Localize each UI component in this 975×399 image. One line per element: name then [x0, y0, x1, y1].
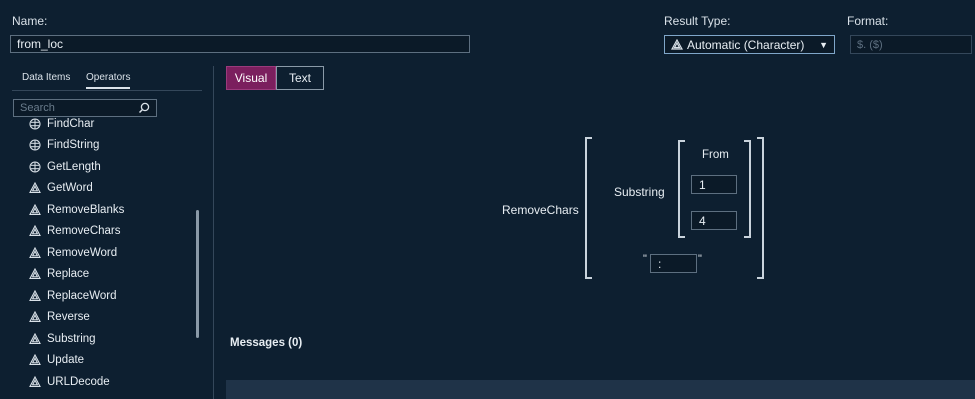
operator-label: RemoveWord	[47, 246, 118, 259]
chevron-down-icon: ▼	[819, 39, 828, 50]
operator-label: Substring	[47, 332, 96, 345]
chars-arg-value: :	[658, 256, 662, 271]
operator-item[interactable]: ReplaceWord	[29, 285, 199, 307]
search-icon[interactable]	[138, 102, 150, 114]
globe-icon	[29, 161, 47, 173]
operator-item[interactable]: Replace	[29, 264, 199, 286]
length-arg-value: 4	[699, 213, 706, 228]
operator-label: Replace	[47, 268, 90, 281]
result-type-select[interactable]: Automatic (Character) ▼	[664, 35, 835, 54]
result-type-label: Result Type:	[664, 14, 731, 28]
character-icon	[29, 268, 47, 280]
quote-open: "	[643, 253, 647, 265]
outer-function-name[interactable]: RemoveChars	[502, 203, 579, 217]
operator-item[interactable]: Update	[29, 350, 199, 372]
operator-item[interactable]: FindString	[29, 135, 199, 157]
character-icon	[29, 375, 47, 388]
format-value: $. ($)	[857, 38, 883, 51]
tab-operators[interactable]: Operators	[86, 72, 131, 89]
character-icon	[29, 332, 47, 345]
operator-label: FindChar	[47, 117, 95, 130]
operator-label: RemoveChars	[47, 225, 121, 238]
operator-item[interactable]: RemoveWord	[29, 242, 199, 264]
sidebar-tabs: Data Items Operators	[12, 68, 202, 91]
character-icon	[29, 246, 47, 259]
operator-item[interactable]: GetLength	[29, 156, 199, 178]
character-icon	[671, 38, 683, 50]
sidebar-scrollbar[interactable]	[196, 210, 199, 338]
operators-list: FindChar FindString GetLength GetWord Remove…	[29, 116, 199, 399]
result-type-value: Automatic (Character)	[687, 37, 805, 52]
operator-item[interactable]: Substring	[29, 328, 199, 350]
format-label: Format:	[847, 14, 889, 28]
character-icon	[29, 311, 47, 323]
operator-label: Reverse	[47, 311, 90, 324]
operator-label: RemoveBlanks	[47, 203, 125, 216]
from-label: From	[702, 149, 729, 161]
character-icon	[29, 203, 47, 216]
globe-icon	[29, 139, 47, 151]
start-arg-value: 1	[699, 177, 706, 192]
name-field[interactable]	[10, 35, 470, 53]
operator-label: FindString	[47, 139, 100, 152]
operator-item[interactable]: Reverse	[29, 307, 199, 329]
globe-icon	[29, 118, 47, 130]
messages-header[interactable]: Messages (0)	[230, 337, 302, 349]
name-label: Name:	[12, 14, 48, 28]
length-arg-field[interactable]: 4	[691, 211, 737, 230]
operator-label: GetWord	[47, 182, 93, 195]
inner-bracket-right	[744, 140, 751, 238]
operator-item[interactable]: FindChar	[29, 116, 199, 135]
operator-label: URLDecode	[47, 375, 110, 388]
tab-text[interactable]: Text	[276, 66, 324, 90]
operator-item[interactable]: GetWord	[29, 178, 199, 200]
operator-label: ReplaceWord	[47, 289, 117, 302]
character-icon	[29, 289, 47, 302]
character-icon	[29, 182, 47, 194]
operator-item[interactable]: RemoveBlanks	[29, 199, 199, 221]
start-arg-field[interactable]: 1	[691, 175, 737, 194]
character-icon	[29, 225, 47, 237]
outer-bracket-right	[757, 137, 764, 279]
chars-arg-field[interactable]: :	[650, 254, 697, 273]
inner-function-name[interactable]: Substring	[614, 185, 665, 199]
search-input[interactable]: Search	[13, 99, 157, 117]
quote-close: "	[698, 253, 702, 265]
panel-divider	[213, 66, 214, 399]
search-placeholder: Search	[20, 102, 55, 114]
operator-item[interactable]: URLDecode	[29, 371, 199, 393]
tab-data-items[interactable]: Data Items	[22, 72, 70, 83]
format-field: $. ($)	[850, 35, 972, 54]
tab-visual[interactable]: Visual	[226, 66, 276, 90]
operator-label: GetLength	[47, 160, 101, 173]
outer-bracket-left	[585, 137, 592, 279]
inner-bracket-left	[678, 140, 685, 238]
messages-panel	[226, 380, 975, 399]
operator-label: Update	[47, 354, 85, 367]
operator-item[interactable]: RemoveChars	[29, 221, 199, 243]
character-icon	[29, 354, 47, 366]
